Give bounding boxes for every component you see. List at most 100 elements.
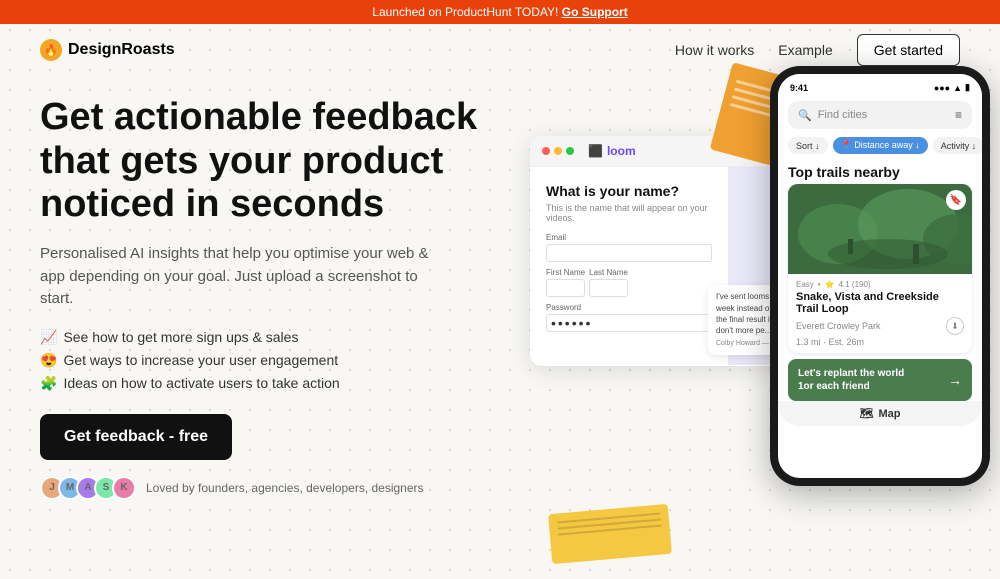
trail-info: Easy • ⭐ 4.1 (190) Snake, Vista and Cree…: [788, 274, 972, 353]
nav-link-how-it-works[interactable]: How it works: [675, 42, 754, 58]
map-icon: 🗺: [860, 407, 874, 420]
phone-mockup: 9:41 ●●● ▲ ▮ 🔍 Find cities ≡ Sort: [770, 66, 990, 486]
loom-form-title: What is your name?: [546, 183, 712, 199]
filter-sort[interactable]: Sort ↓: [788, 137, 828, 154]
password-field: Password ••••••: [546, 303, 712, 332]
green-banner-line2: 1or each friend: [798, 380, 904, 393]
banner-text: Launched on ProductHunt TODAY!: [372, 5, 558, 19]
email-label: Email: [546, 233, 712, 242]
loom-form-subtitle: This is the name that will appear on you…: [546, 203, 712, 223]
close-dot[interactable]: [542, 147, 550, 155]
firstname-label: First Name: [546, 268, 585, 277]
hero-section: Get actionable feedback that gets your p…: [40, 76, 520, 579]
phone-screen: 9:41 ●●● ▲ ▮ 🔍 Find cities ≡ Sort: [778, 74, 982, 478]
filter-chips-row: Sort ↓ 📍 Distance away ↓ Activity ↓: [778, 133, 982, 158]
screenshots-section: 9:41 ●●● ▲ ▮ 🔍 Find cities ≡ Sort: [530, 76, 960, 579]
trail-distance-time: 1.3 mi · Est. 26m: [796, 337, 964, 347]
loom-form-section: What is your name? This is the name that…: [530, 167, 728, 365]
avatar: K: [112, 476, 136, 500]
nav-links: How it works Example Get started: [675, 34, 960, 66]
password-label: Password: [546, 303, 712, 312]
map-button[interactable]: 🗺 Map: [778, 401, 982, 426]
sticky-lines: [548, 504, 670, 544]
trail-meta: Easy • ⭐ 4.1 (190): [796, 280, 964, 289]
logo-icon: 🔥: [40, 39, 62, 61]
filter-icon: ≡: [955, 108, 962, 122]
email-input[interactable]: [546, 244, 712, 262]
wifi-icon: ▲: [953, 83, 962, 93]
trail-park: Everett Crowley Park: [796, 321, 881, 331]
trail-name: Snake, Vista and Creekside Trail Loop: [796, 291, 964, 315]
password-dots: ••••••: [551, 315, 592, 331]
loom-logo: ⬛ loom: [588, 144, 636, 158]
window-controls: [542, 147, 574, 155]
password-input[interactable]: ••••••: [546, 314, 712, 332]
filter-activity-label: Activity ↓: [941, 141, 977, 151]
filter-activity[interactable]: Activity ↓: [933, 137, 982, 154]
section-title: Top trails nearby: [778, 158, 982, 184]
filter-sort-label: Sort ↓: [796, 141, 820, 151]
feature-text-1: See how to get more sign ups & sales: [63, 329, 298, 345]
trail-difficulty: Easy: [796, 280, 814, 289]
name-field-row: First Name Last Name: [546, 268, 712, 297]
sticky-line: [557, 513, 661, 524]
phone-search-bar[interactable]: 🔍 Find cities ≡: [788, 101, 972, 129]
features-list: 📈 See how to get more sign ups & sales 😍…: [40, 329, 520, 392]
logo[interactable]: 🔥 DesignRoasts: [40, 39, 175, 61]
lastname-field: Last Name: [589, 268, 628, 297]
lastname-input[interactable]: [589, 279, 628, 297]
nav-link-example[interactable]: Example: [778, 42, 832, 58]
social-proof-text: Loved by founders, agencies, developers,…: [146, 481, 424, 495]
bookmark-icon[interactable]: 🔖: [946, 190, 966, 210]
trail-card[interactable]: 🔖 Easy • ⭐ 4.1 (190) Snake, Vista and Cr…: [788, 184, 972, 353]
feature-text-3: Ideas on how to activate users to take a…: [63, 375, 339, 391]
feature-item-3: 🧩 Ideas on how to activate users to take…: [40, 375, 520, 392]
status-icons: ●●● ▲ ▮: [934, 82, 970, 93]
trail-image: 🔖: [788, 184, 972, 274]
feature-item-2: 😍 Get ways to increase your user engagem…: [40, 352, 520, 369]
map-button-label: Map: [878, 408, 900, 420]
hero-subtitle: Personalised AI insights that help you o…: [40, 243, 440, 311]
feature-icon-2: 😍: [40, 352, 57, 369]
phone-time: 9:41: [790, 83, 808, 93]
minimize-dot[interactable]: [554, 147, 562, 155]
hero-title: Get actionable feedback that gets your p…: [40, 96, 480, 227]
filter-distance-label: 📍 Distance away ↓: [841, 140, 920, 151]
main-content: Get actionable feedback that gets your p…: [0, 76, 1000, 579]
search-icon: 🔍: [798, 109, 812, 122]
battery-icon: ▮: [965, 82, 970, 93]
green-banner-text: Let's replant the world 1or each friend: [798, 367, 904, 393]
search-placeholder: Find cities: [818, 109, 868, 121]
signal-icon: ●●●: [934, 83, 950, 93]
loom-logo-text: loom: [607, 144, 636, 158]
maximize-dot[interactable]: [566, 147, 574, 155]
green-banner-line1: Let's replant the world: [798, 367, 904, 380]
loom-logo-icon: ⬛: [588, 144, 603, 158]
feature-icon-3: 🧩: [40, 375, 57, 392]
get-started-button[interactable]: Get started: [857, 34, 960, 66]
trail-dot: •: [818, 280, 821, 289]
trail-rating: 4.1 (190): [839, 280, 871, 289]
feature-text-2: Get ways to increase your user engagemen…: [63, 352, 338, 368]
social-proof: J M A S K Loved by founders, agencies, d…: [40, 476, 520, 500]
name-input-row: First Name Last Name: [546, 268, 712, 297]
arrow-icon: →: [948, 372, 962, 388]
firstname-field: First Name: [546, 268, 585, 297]
feature-item-1: 📈 See how to get more sign ups & sales: [40, 329, 520, 346]
banner-link[interactable]: Go Support: [562, 5, 628, 19]
filter-distance[interactable]: 📍 Distance away ↓: [833, 137, 928, 154]
lastname-label: Last Name: [589, 268, 628, 277]
sticky-note-yellow: [548, 504, 672, 564]
avatar-group: J M A S K: [40, 476, 136, 500]
trail-location: Everett Crowley Park ⬇: [796, 317, 964, 335]
announcement-banner: Launched on ProductHunt TODAY! Go Suppor…: [0, 0, 1000, 24]
logo-text: DesignRoasts: [68, 41, 175, 59]
green-replant-banner[interactable]: Let's replant the world 1or each friend …: [788, 359, 972, 401]
star-icon: ⭐: [825, 280, 835, 289]
cta-button[interactable]: Get feedback - free: [40, 414, 232, 460]
email-field: Email: [546, 233, 712, 262]
phone-status-bar: 9:41 ●●● ▲ ▮: [778, 74, 982, 97]
feature-icon-1: 📈: [40, 329, 57, 346]
firstname-input[interactable]: [546, 279, 585, 297]
download-icon[interactable]: ⬇: [946, 317, 964, 335]
